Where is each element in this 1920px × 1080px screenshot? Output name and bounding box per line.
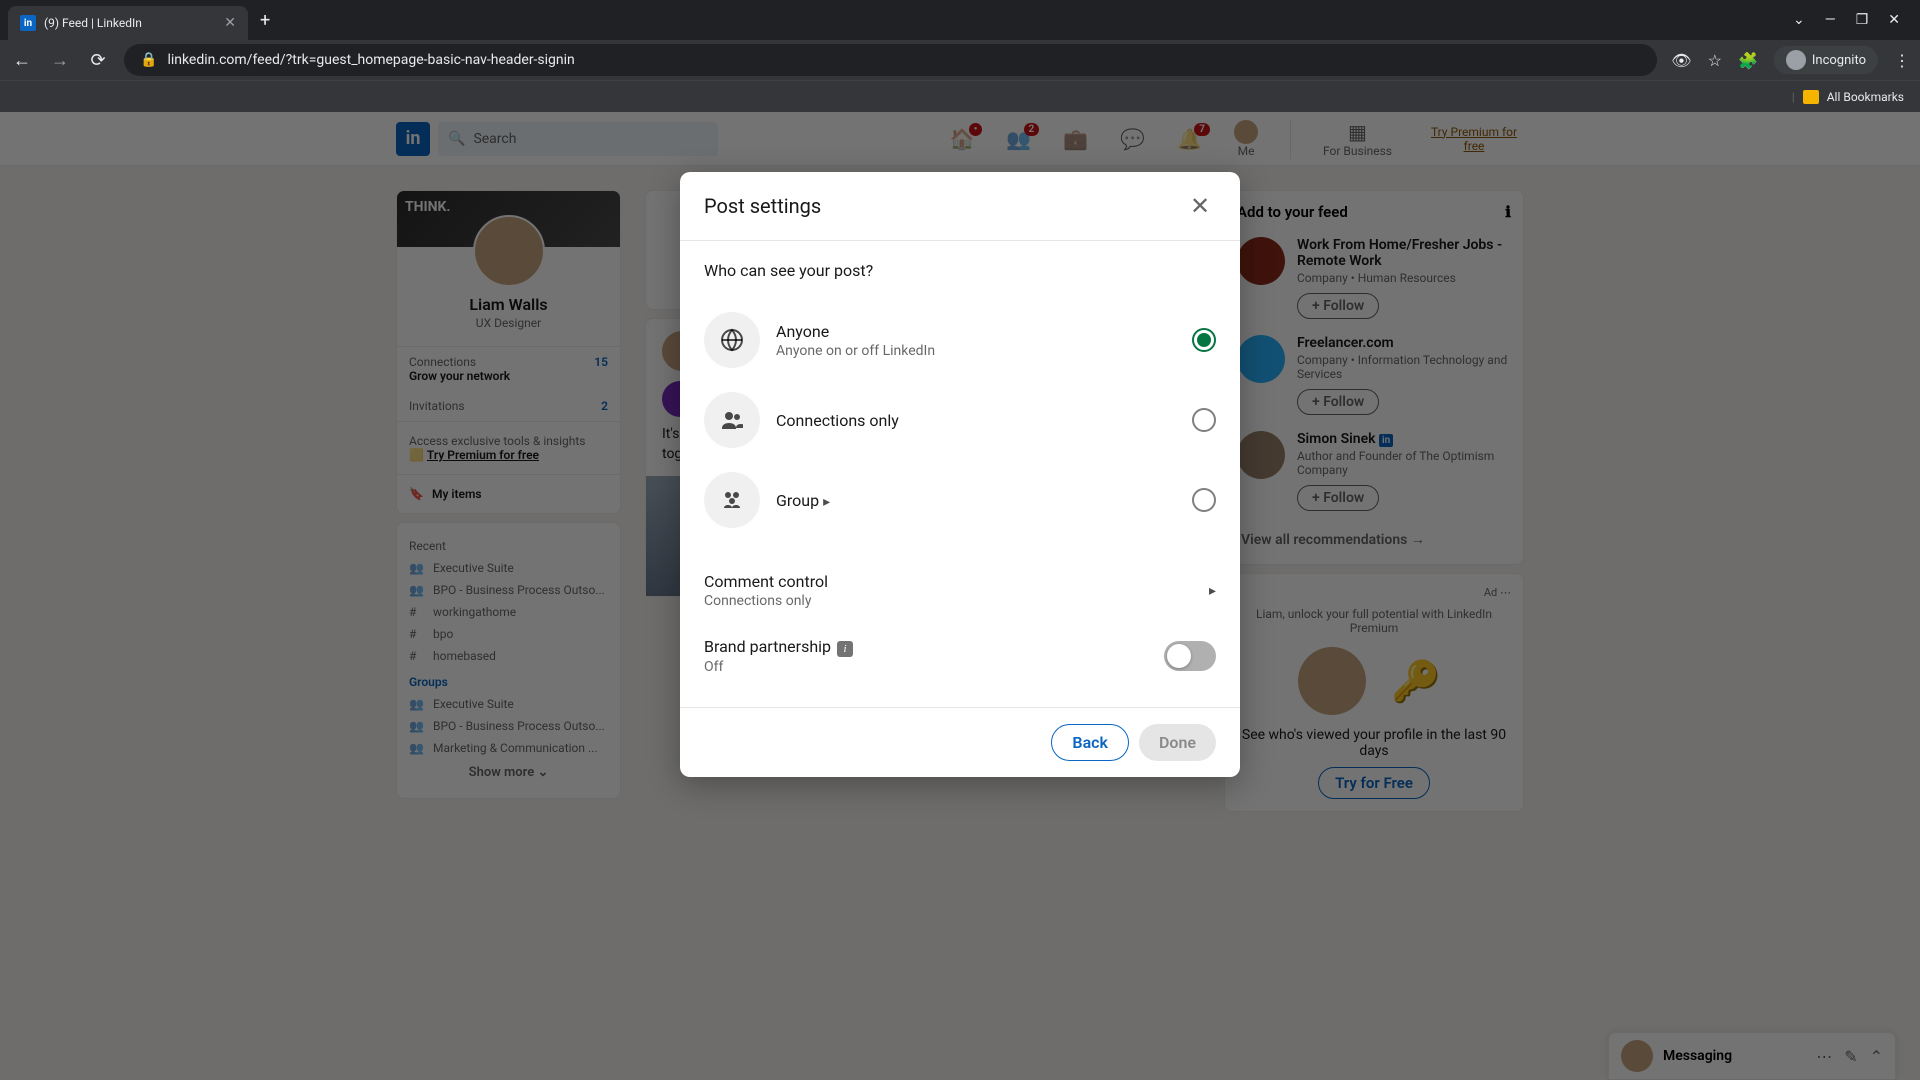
radio-connections[interactable] <box>1192 408 1216 432</box>
people-icon <box>704 392 760 448</box>
maximize-icon[interactable]: ❐ <box>1856 12 1869 28</box>
info-icon[interactable]: i <box>837 641 853 657</box>
visibility-question: Who can see your post? <box>704 261 1216 280</box>
forward-icon: → <box>48 50 72 71</box>
menu-icon[interactable]: ⋮ <box>1894 51 1910 70</box>
brand-partnership-row: Brand partnershipi Off <box>704 625 1216 687</box>
bookmark-folder-icon <box>1803 90 1819 104</box>
incognito-label: Incognito <box>1812 53 1866 68</box>
option-group-title: Group▸ <box>776 491 1176 510</box>
option-anyone-title: Anyone <box>776 322 1176 341</box>
modal-title: Post settings <box>704 194 821 218</box>
modal-overlay: Post settings ✕ Who can see your post? A… <box>0 112 1920 1080</box>
brand-toggle[interactable] <box>1164 641 1216 671</box>
caret-down-icon[interactable]: ⌄ <box>1793 12 1805 28</box>
option-connections[interactable]: Connections only <box>704 380 1216 460</box>
extensions-icon[interactable]: 🧩 <box>1738 51 1758 70</box>
group-icon <box>704 472 760 528</box>
brand-sub: Off <box>704 659 853 675</box>
bookmarks-divider: | <box>1792 90 1795 104</box>
comment-control-title: Comment control <box>704 572 828 591</box>
url-text: linkedin.com/feed/?trk=guest_homepage-ba… <box>167 52 574 68</box>
new-tab-button[interactable]: + <box>260 10 270 31</box>
back-button[interactable]: Back <box>1051 724 1129 761</box>
brand-title: Brand partnershipi <box>704 637 853 657</box>
star-icon[interactable]: ☆ <box>1708 51 1722 70</box>
post-settings-modal: Post settings ✕ Who can see your post? A… <box>680 172 1240 777</box>
incognito-icon <box>1786 50 1806 70</box>
option-connections-title: Connections only <box>776 411 1176 430</box>
browser-tab[interactable]: in (9) Feed | LinkedIn ✕ <box>8 6 248 40</box>
minimize-icon[interactable]: ― <box>1825 12 1836 28</box>
close-tab-icon[interactable]: ✕ <box>224 15 236 31</box>
chevron-right-icon: ▸ <box>823 494 830 510</box>
done-button[interactable]: Done <box>1139 724 1216 761</box>
all-bookmarks-link[interactable]: All Bookmarks <box>1827 90 1904 104</box>
option-group[interactable]: Group▸ <box>704 460 1216 540</box>
back-icon[interactable]: ← <box>10 50 34 71</box>
option-anyone[interactable]: Anyone Anyone on or off LinkedIn <box>704 300 1216 380</box>
eye-off-icon[interactable]: 👁 <box>1671 51 1691 70</box>
lock-icon: 🔒 <box>140 52 157 68</box>
radio-anyone[interactable] <box>1192 328 1216 352</box>
incognito-badge: Incognito <box>1774 46 1878 74</box>
tab-title: (9) Feed | LinkedIn <box>44 16 216 30</box>
url-input[interactable]: 🔒 linkedin.com/feed/?trk=guest_homepage-… <box>124 44 1657 76</box>
close-icon[interactable]: ✕ <box>1184 190 1216 222</box>
close-window-icon[interactable]: ✕ <box>1888 12 1900 28</box>
comment-control-row[interactable]: Comment control Connections only ▸ <box>704 556 1216 625</box>
radio-group[interactable] <box>1192 488 1216 512</box>
reload-icon[interactable]: ⟳ <box>86 50 110 71</box>
globe-icon <box>704 312 760 368</box>
linkedin-favicon: in <box>20 15 36 31</box>
option-anyone-sub: Anyone on or off LinkedIn <box>776 343 1176 359</box>
comment-control-sub: Connections only <box>704 593 828 609</box>
chevron-right-icon: ▸ <box>1209 583 1216 599</box>
